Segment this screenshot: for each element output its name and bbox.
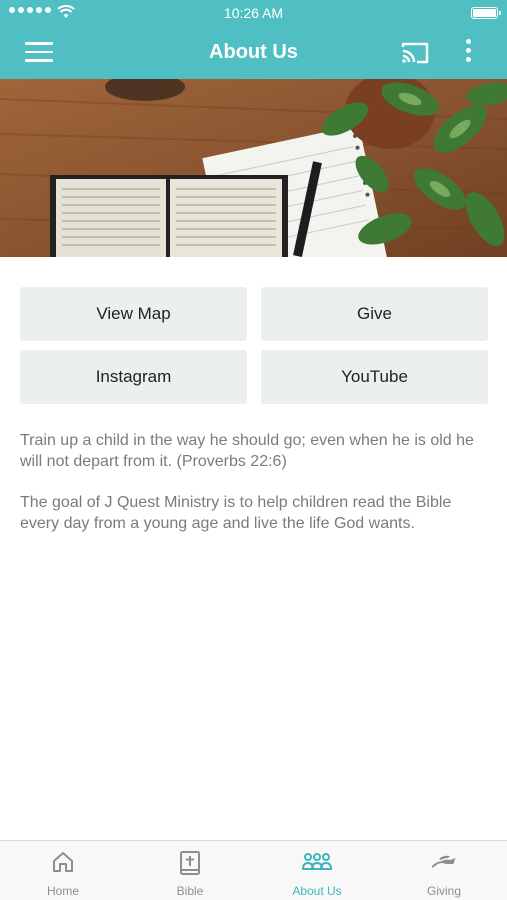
- giving-hand-icon: [432, 855, 456, 868]
- group-icon: [301, 853, 333, 870]
- tab-home[interactable]: Home: [0, 841, 126, 900]
- hero-image: [0, 79, 507, 257]
- tab-giving[interactable]: Giving: [381, 841, 507, 900]
- page-title: About Us: [209, 41, 298, 63]
- bible-icon: [180, 851, 200, 875]
- tab-home-label: Home: [46, 884, 79, 898]
- mission-text: The goal of J Quest Ministry is to help …: [20, 494, 452, 532]
- tab-about-us[interactable]: About Us: [254, 841, 380, 900]
- give-button[interactable]: Give: [261, 287, 488, 341]
- bottom-tab-bar: Home Bible About Us Giving: [0, 840, 507, 900]
- more-vertical-icon[interactable]: [460, 39, 476, 67]
- app-bar: About Us: [0, 27, 507, 79]
- status-bar: 10:26 AM: [0, 0, 507, 27]
- instagram-button[interactable]: Instagram: [20, 350, 247, 404]
- battery-icon: [471, 7, 501, 19]
- tab-about-us-label: About Us: [292, 884, 342, 898]
- bible-verse-text: Train up a child in the way he should go…: [20, 432, 474, 470]
- tab-bible[interactable]: Bible: [127, 841, 253, 900]
- status-time: 10:26 AM: [223, 5, 284, 21]
- tab-giving-label: Giving: [426, 884, 461, 898]
- cast-icon[interactable]: [400, 41, 430, 65]
- home-icon: [53, 852, 73, 872]
- hamburger-menu-icon[interactable]: [25, 42, 53, 64]
- about-content: Train up a child in the way he should go…: [20, 430, 490, 554]
- view-map-button[interactable]: View Map: [20, 287, 247, 341]
- youtube-button[interactable]: YouTube: [261, 350, 488, 404]
- tab-bible-label: Bible: [176, 884, 204, 898]
